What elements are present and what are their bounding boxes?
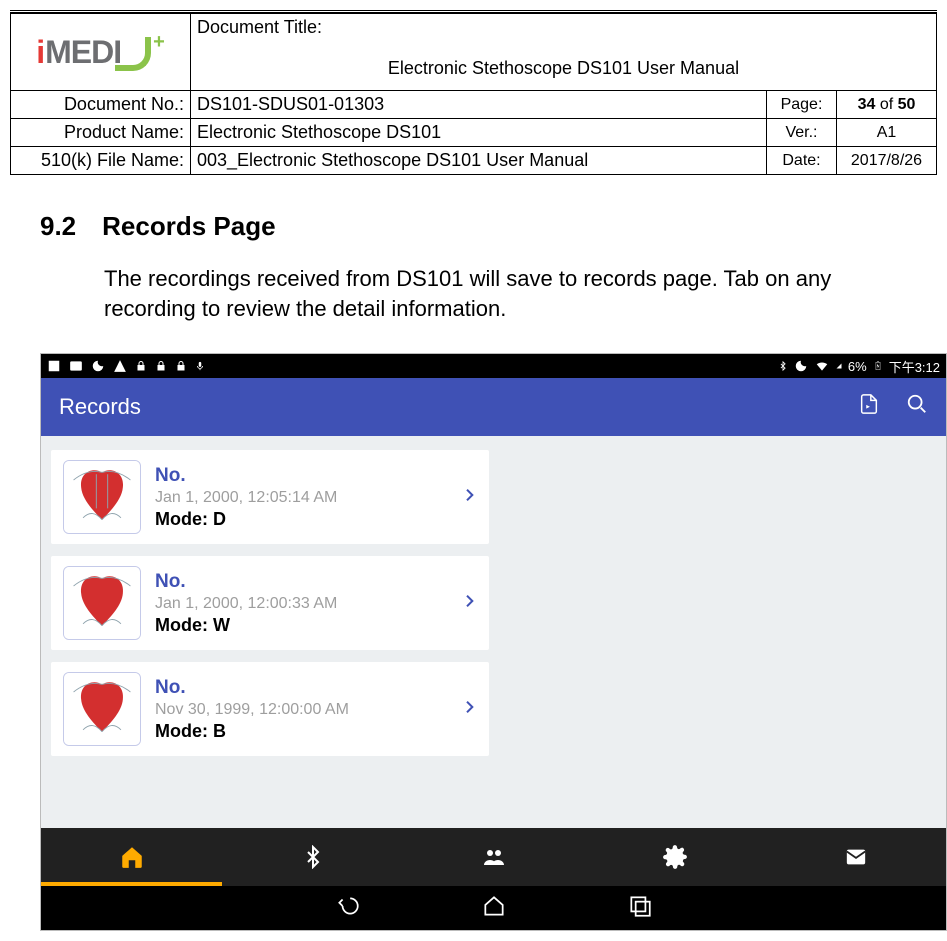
record-mode: Mode: B — [155, 721, 461, 742]
nav-bluetooth[interactable] — [222, 828, 403, 886]
page-label: Page: — [766, 91, 836, 119]
doc-title-label: Document Title: — [197, 17, 930, 38]
chevron-right-icon — [461, 590, 477, 617]
app-bar: Records — [41, 378, 946, 436]
appbar-title: Records — [59, 394, 141, 420]
active-tab-underline — [41, 882, 222, 886]
record-text: No. Jan 1, 2000, 12:00:33 AM Mode: W — [155, 571, 461, 636]
page-content: 9.2 Records Page The recordings received … — [10, 175, 937, 931]
product-name-value: Electronic Stethoscope DS101 — [191, 119, 767, 147]
doc-title-value: Electronic Stethoscope DS101 User Manual — [197, 38, 930, 87]
record-no-label: No. — [155, 571, 461, 593]
product-name-label: Product Name: — [11, 119, 191, 147]
page-value: 34 of 50 — [836, 91, 936, 119]
date-label: Date: — [766, 147, 836, 175]
nav-home[interactable] — [41, 828, 222, 886]
signal-icon — [836, 360, 842, 372]
section-heading: 9.2 Records Page — [40, 211, 907, 242]
section-title: Records Page — [102, 211, 275, 241]
ver-value: A1 — [836, 119, 936, 147]
bottom-nav — [41, 828, 946, 886]
heart-thumb-icon — [63, 566, 141, 640]
record-text: No. Jan 1, 2000, 12:05:14 AM Mode: D — [155, 465, 461, 530]
wifi-icon — [814, 359, 830, 373]
section-body: The recordings received from DS101 will … — [104, 264, 907, 323]
nav-patients[interactable] — [403, 828, 584, 886]
battery-percent: 6% — [848, 359, 867, 374]
logo-dot-icon: i — [36, 34, 45, 71]
record-no-label: No. — [155, 465, 461, 487]
doc-no-label: Document No.: — [11, 91, 191, 119]
record-card[interactable]: No. Nov 30, 1999, 12:00:00 AM Mode: B — [51, 662, 489, 756]
chevron-right-icon — [461, 696, 477, 723]
mic-icon — [195, 359, 205, 373]
battery-charging-icon — [873, 359, 883, 373]
statusbar-time: 下午3:12 — [889, 357, 940, 376]
sys-back-button[interactable] — [335, 893, 361, 924]
record-date: Jan 1, 2000, 12:05:14 AM — [155, 489, 461, 507]
record-card[interactable]: No. Jan 1, 2000, 12:05:14 AM Mode: D — [51, 450, 489, 544]
record-text: No. Nov 30, 1999, 12:00:00 AM Mode: B — [155, 677, 461, 742]
statusbar-right-icons: 6% 下午3:12 — [778, 357, 940, 376]
sys-recent-button[interactable] — [627, 893, 653, 924]
nav-mail[interactable] — [765, 828, 946, 886]
dnd-icon — [794, 359, 808, 373]
lock-icon — [135, 359, 147, 373]
date-value: 2017/8/26 — [836, 147, 936, 175]
file-name-label: 510(k) File Name: — [11, 147, 191, 175]
nav-settings[interactable] — [584, 828, 765, 886]
document-header-table: iMEDI+ Document Title: Electronic Stetho… — [10, 13, 937, 175]
lock-icon — [175, 359, 187, 373]
logo-swoosh-icon — [115, 37, 151, 71]
record-card[interactable]: No. Jan 1, 2000, 12:00:33 AM Mode: W — [51, 556, 489, 650]
android-system-nav — [41, 886, 946, 930]
audio-file-icon[interactable] — [858, 393, 880, 421]
moon-icon — [91, 359, 105, 373]
record-date: Nov 30, 1999, 12:00:00 AM — [155, 701, 461, 719]
records-list-area: No. Jan 1, 2000, 12:05:14 AM Mode: D — [41, 436, 946, 828]
file-name-value: 003_Electronic Stethoscope DS101 User Ma… — [191, 147, 767, 175]
record-no-label: No. — [155, 677, 461, 699]
sys-home-button[interactable] — [481, 893, 507, 924]
android-statusbar: 6% 下午3:12 — [41, 354, 946, 378]
heart-thumb-icon — [63, 672, 141, 746]
lock-icon — [155, 359, 167, 373]
doc-no-value: DS101-SDUS01-01303 — [191, 91, 767, 119]
heart-thumb-icon — [63, 460, 141, 534]
ver-label: Ver.: — [766, 119, 836, 147]
notification-icon — [47, 359, 61, 373]
record-date: Jan 1, 2000, 12:00:33 AM — [155, 595, 461, 613]
warning-icon — [113, 359, 127, 373]
logo-plus-icon: + — [153, 31, 165, 54]
doc-title-cell: Document Title: Electronic Stethoscope D… — [191, 14, 937, 91]
record-mode: Mode: D — [155, 509, 461, 530]
records-cards: No. Jan 1, 2000, 12:05:14 AM Mode: D — [51, 450, 936, 768]
phone-screenshot: 6% 下午3:12 Records — [40, 353, 947, 931]
statusbar-left-icons — [47, 359, 205, 373]
record-mode: Mode: W — [155, 615, 461, 636]
search-icon[interactable] — [906, 393, 928, 421]
section-number: 9.2 — [40, 211, 76, 241]
logo-cell: iMEDI+ — [11, 14, 191, 91]
chevron-right-icon — [461, 484, 477, 511]
bluetooth-icon — [778, 359, 788, 373]
image-icon — [69, 359, 83, 373]
imedi-logo: iMEDI+ — [36, 34, 165, 71]
